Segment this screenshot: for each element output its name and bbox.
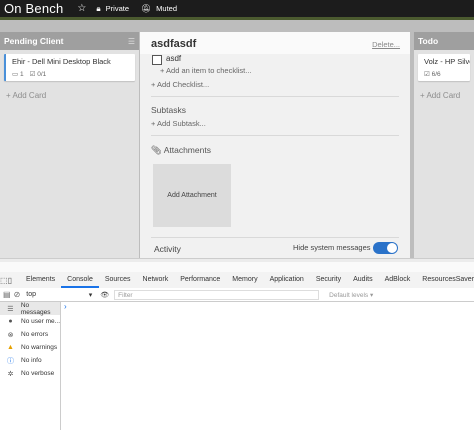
tab-network[interactable]: Network [137,272,175,288]
checklist-item-checkbox[interactable] [152,55,162,65]
privacy-label: Private [105,4,129,13]
checkbox-icon: ☑ [29,71,36,78]
tab-application[interactable]: Application [264,272,310,288]
error-icon: ⊗ [7,331,14,339]
board-title[interactable]: On Bench [4,1,63,16]
devtools-top-strip [0,262,474,272]
attachments-heading: 📎︎ Attachments [151,145,211,155]
console-filter-input[interactable]: Filter [114,289,320,300]
comment-icon: ▭ [12,71,19,78]
eye-icon[interactable]: 👁︎ [100,291,109,299]
paperclip-icon: 📎︎ [151,145,162,155]
sidebar-item-verbose[interactable]: ✲ No verbose [0,367,60,380]
list-todo: Todo Volz - HP Silver ☑ 6/6 + Add Card [414,32,474,258]
hide-system-messages-toggle[interactable] [373,242,398,254]
devtools-tab-bar: ⬚ ▯ Elements Console Sources Network Per… [0,272,474,289]
verbose-icon: ✲ [7,370,14,378]
card-badges: ▭ 1 ☑ 0/1 [12,70,130,78]
list-pending-client: Pending Client ☰ Ehir - Dell Mini Deskto… [0,32,139,258]
log-levels-dropdown[interactable]: Default levels ▾ [329,291,373,299]
checklist-item-label[interactable]: asdf [166,54,181,63]
dropdown-arrow-icon: ▾ [88,291,93,299]
tab-sources[interactable]: Sources [99,272,137,288]
add-checklist-link[interactable]: + Add Checklist... [151,80,209,89]
console-toolbar: ▤ ⊘ top ▾ 👁︎ Filter Default levels ▾ [0,288,474,302]
inspect-icon[interactable]: ⬚ [0,276,8,285]
context-value: top [26,290,36,298]
notifications-label: Muted [156,4,178,13]
sidebar-item-user-messages[interactable]: ● No user me... [0,315,60,328]
tab-memory[interactable]: Memory [226,272,263,288]
tab-elements[interactable]: Elements [20,272,61,288]
sidebar-toggle-icon[interactable]: ▤ [3,290,11,299]
list-icon: ☰ [7,305,14,313]
list-card[interactable]: Ehir - Dell Mini Desktop Black ▭ 1 ☑ 0/1 [4,54,135,81]
console-sidebar: ☰ No messages ● No user me... ⊗ No error… [0,302,61,430]
info-icon: ⓘ [7,357,14,365]
tab-security[interactable]: Security [310,272,347,288]
board-header: On Bench ☆ 🔒︎ Private 🔕︎ Muted [0,0,474,17]
list-title: Pending Client [4,36,64,46]
list-header[interactable]: Pending Client ☰ [0,32,139,50]
tab-console[interactable]: Console [61,272,99,288]
list-card[interactable]: Volz - HP Silver ☑ 6/6 [418,54,470,81]
sidebar-item-messages[interactable]: ☰ No messages [0,302,60,316]
tab-adblock[interactable]: AdBlock [379,272,417,288]
lock-icon: 🔒︎ [96,3,101,13]
tab-resourcessaver[interactable]: ResourcesSaver [416,272,474,288]
divider [151,237,399,238]
context-selector[interactable]: top ▾ [26,291,92,299]
checkbox-icon: ☑ [424,71,430,78]
toggle-knob [387,243,397,253]
tab-performance[interactable]: Performance [174,272,226,288]
hide-system-messages-label: Hide system messages [293,243,371,252]
add-subtask-link[interactable]: + Add Subtask... [151,119,206,128]
star-icon[interactable]: ☆ [77,3,86,14]
add-attachment-button[interactable]: Add Attachment [153,164,231,227]
user-icon: ● [8,318,13,325]
clear-console-icon[interactable]: ⊘ [14,290,21,299]
add-checklist-item-link[interactable]: + Add an item to checklist... [160,66,252,75]
list-header[interactable]: Todo [414,32,474,50]
console-prompt[interactable]: › [64,302,67,311]
card-badges: ☑ 6/6 [424,70,470,78]
divider [151,135,399,136]
activity-heading: Activity [154,244,181,254]
warning-icon: ▲ [7,344,14,351]
tab-audits[interactable]: Audits [347,272,378,288]
privacy-toggle[interactable]: 🔒︎ Private [96,4,129,14]
muted-bell-icon: 🔕︎ [141,4,152,13]
sidebar-item-info[interactable]: ⓘ No info [0,354,60,367]
card-title: Ehir - Dell Mini Desktop Black [12,57,111,66]
hamburger-icon[interactable]: ☰ [128,37,135,46]
checklist-badge: ☑ 0/1 [29,71,47,78]
add-card-button[interactable]: + Add Card [420,91,468,100]
card-title: Volz - HP Silver [424,57,470,66]
card-detail-panel: asdfasdf Delete... asdf + Add an item to… [140,32,410,258]
device-toolbar-icon[interactable]: ▯ [8,276,12,285]
checklist-badge: ☑ 6/6 [424,71,441,78]
divider [151,96,399,97]
list-title: Todo [418,36,439,46]
subtasks-heading: Subtasks [151,105,186,115]
notifications-toggle[interactable]: 🔕︎ Muted [141,4,177,13]
comments-badge: ▭ 1 [12,71,24,78]
sidebar-item-errors[interactable]: ⊗ No errors [0,328,60,341]
sidebar-item-warnings[interactable]: ▲ No warnings [0,341,60,354]
add-card-button[interactable]: + Add Card [6,91,133,100]
